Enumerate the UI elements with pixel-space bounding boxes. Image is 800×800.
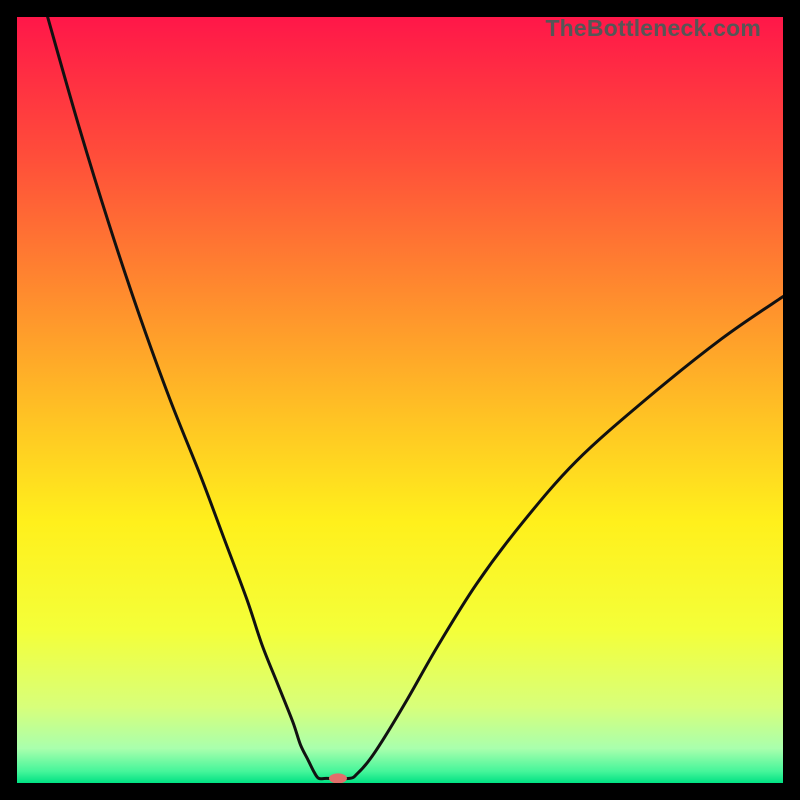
watermark-text: TheBottleneck.com <box>545 15 761 42</box>
gradient-background <box>17 17 783 783</box>
min-marker <box>329 773 347 783</box>
chart-canvas <box>17 17 783 783</box>
chart-frame: TheBottleneck.com <box>17 17 783 783</box>
